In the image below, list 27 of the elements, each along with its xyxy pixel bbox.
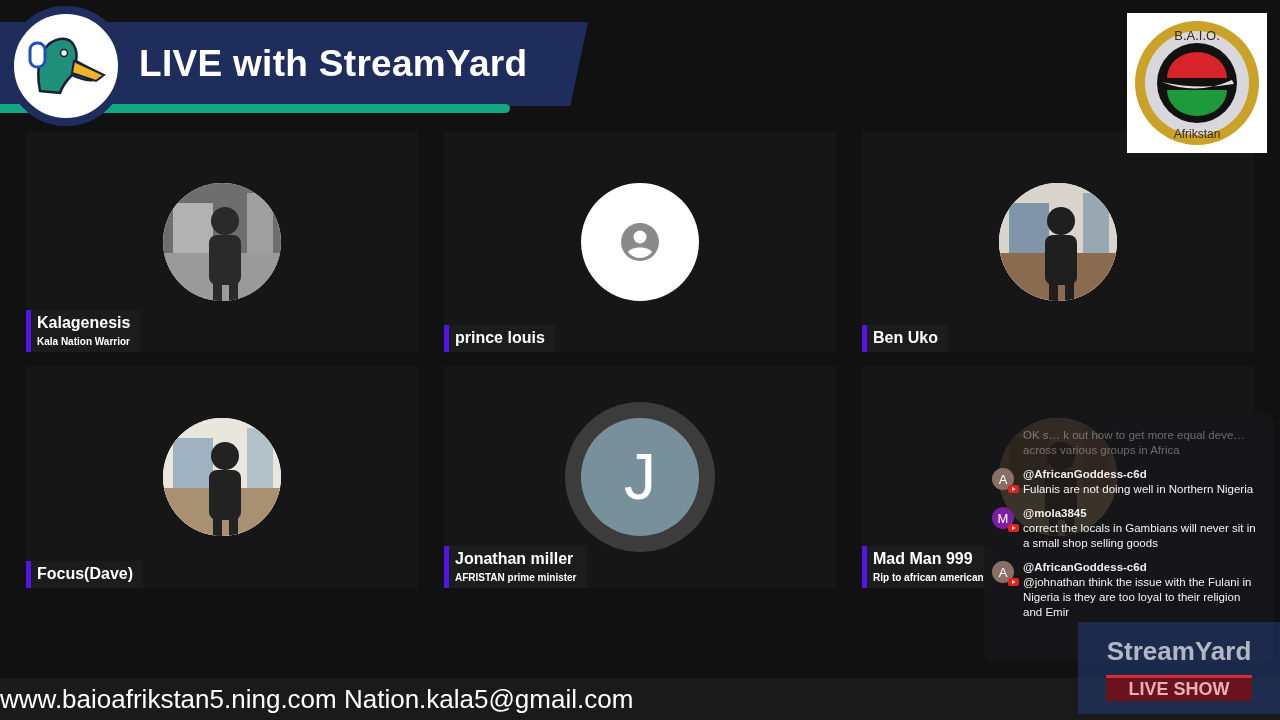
banner-title: LIVE with StreamYard [139,43,528,85]
chat-message: @johnathan think the issue with the Fulani in Nigeria is they are too loyal to their religion and Emir [1023,575,1253,620]
avatar-initial: J [581,418,699,536]
participant-name: Mad Man 999 [873,550,974,568]
chat-author: @AfricanGoddess-c6d [1023,468,1148,480]
play-badge-icon [1008,524,1019,532]
emblem-top-text: B.A.I.O. [1174,28,1220,43]
chat-message: correct the locals in Gambians will never sit in a small shop selling goods [1023,521,1257,551]
participant-name: prince louis [455,329,545,347]
chat-author: @mola3845 [1023,507,1088,519]
chat-message: OK s… k out how to get more equal deve… across various groups in Africa [1023,428,1246,458]
participant-name: Kalagenesis [37,314,131,332]
ticker-text: www.baioafrikstan5.ning.com Nation.kala5@gmail.com [0,683,634,715]
play-badge-icon [1008,485,1019,493]
participant-name: Ben Uko [873,329,938,347]
emblem-icon [1135,21,1259,145]
chat-author: @AfricanGoddess-c6d [1023,561,1148,573]
participant-subtitle: Rip to african american [873,572,984,583]
brand-name: StreamYard [1106,636,1252,667]
participant-subtitle: AFRISTAN prime minister [455,572,577,583]
chat-message: Fulanis are not doing well in Northern Nigeria [1023,482,1254,497]
participant-name: Focus(Dave) [37,565,134,583]
person-icon [620,222,660,262]
play-badge-icon [1008,578,1019,586]
participant-name: Jonathan miller [455,550,575,568]
live-show-label: LIVE SHOW [1106,675,1252,701]
participant-subtitle: Kala Nation Warrior [37,336,131,347]
